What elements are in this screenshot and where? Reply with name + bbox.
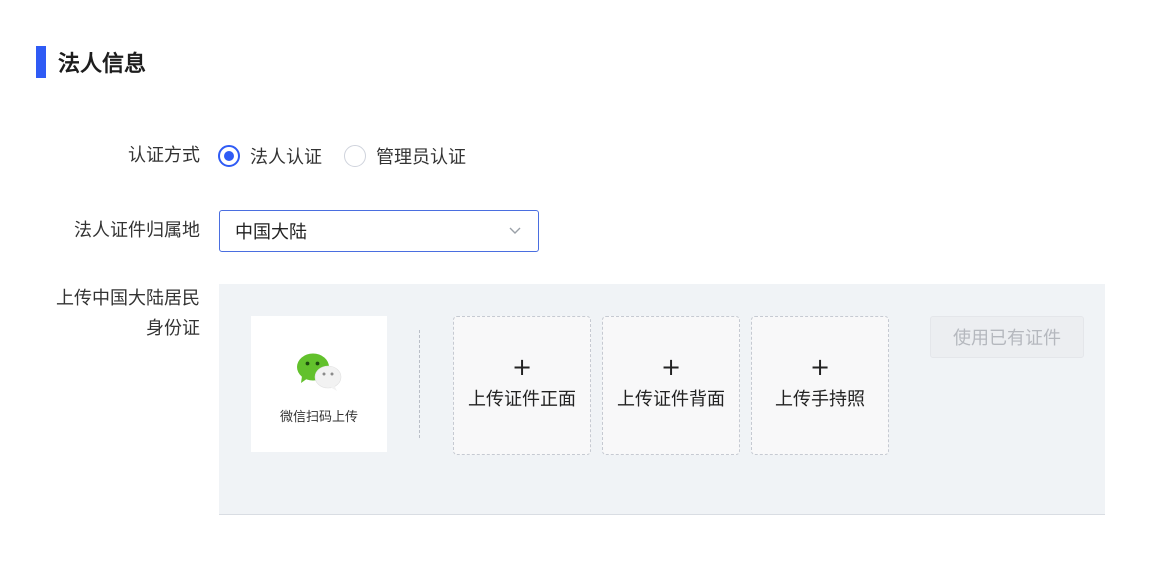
upload-id-back-label: 上传证件背面	[617, 389, 725, 410]
radio-admin-label: 管理员认证	[376, 147, 466, 168]
id-region-select[interactable]: 中国大陆	[219, 210, 539, 252]
upload-id-back[interactable]: + 上传证件背面	[602, 316, 740, 455]
dashed-divider	[419, 330, 420, 438]
wechat-icon	[297, 353, 342, 391]
plus-icon: +	[809, 353, 831, 381]
plus-icon: +	[511, 353, 533, 381]
auth-method-radio-group: 法人认证 管理员认证	[218, 142, 488, 170]
radio-legal-person-label: 法人认证	[250, 147, 322, 168]
auth-method-label: 认证方式	[128, 145, 200, 166]
id-region-value: 中国大陆	[235, 222, 307, 243]
radio-unchecked-icon[interactable]	[344, 145, 366, 167]
title-accent-bar	[36, 46, 46, 78]
legal-person-info-page: 法人信息 认证方式 法人认证 管理员认证 法人证件归属地 中国大陆 上传中国大陆…	[0, 0, 1164, 570]
wechat-scan-label: 微信扫码上传	[279, 410, 358, 425]
upload-label-line1: 上传中国大陆居民	[56, 288, 200, 309]
upload-handheld-photo[interactable]: + 上传手持照	[751, 316, 889, 455]
wechat-scan-upload-card[interactable]: 微信扫码上传	[251, 316, 387, 452]
radio-admin[interactable]: 管理员认证	[344, 143, 466, 169]
radio-checked-icon[interactable]	[218, 145, 240, 167]
plus-icon: +	[660, 353, 682, 381]
radio-dot	[224, 151, 234, 161]
section-header: 法人信息	[36, 46, 146, 78]
upload-id-front-label: 上传证件正面	[468, 389, 576, 410]
upload-handheld-label: 上传手持照	[775, 389, 865, 410]
use-existing-id-button[interactable]: 使用已有证件	[930, 316, 1084, 358]
chevron-down-icon	[509, 227, 521, 234]
radio-legal-person[interactable]: 法人认证	[218, 143, 322, 169]
upload-label-line2: 身份证	[146, 318, 200, 339]
id-region-label: 法人证件归属地	[74, 220, 200, 241]
upload-area: 微信扫码上传 + 上传证件正面 + 上传证件背面 + 上传手持照 使用已有证件	[219, 284, 1105, 515]
section-title: 法人信息	[58, 52, 147, 77]
upload-id-front[interactable]: + 上传证件正面	[453, 316, 591, 455]
